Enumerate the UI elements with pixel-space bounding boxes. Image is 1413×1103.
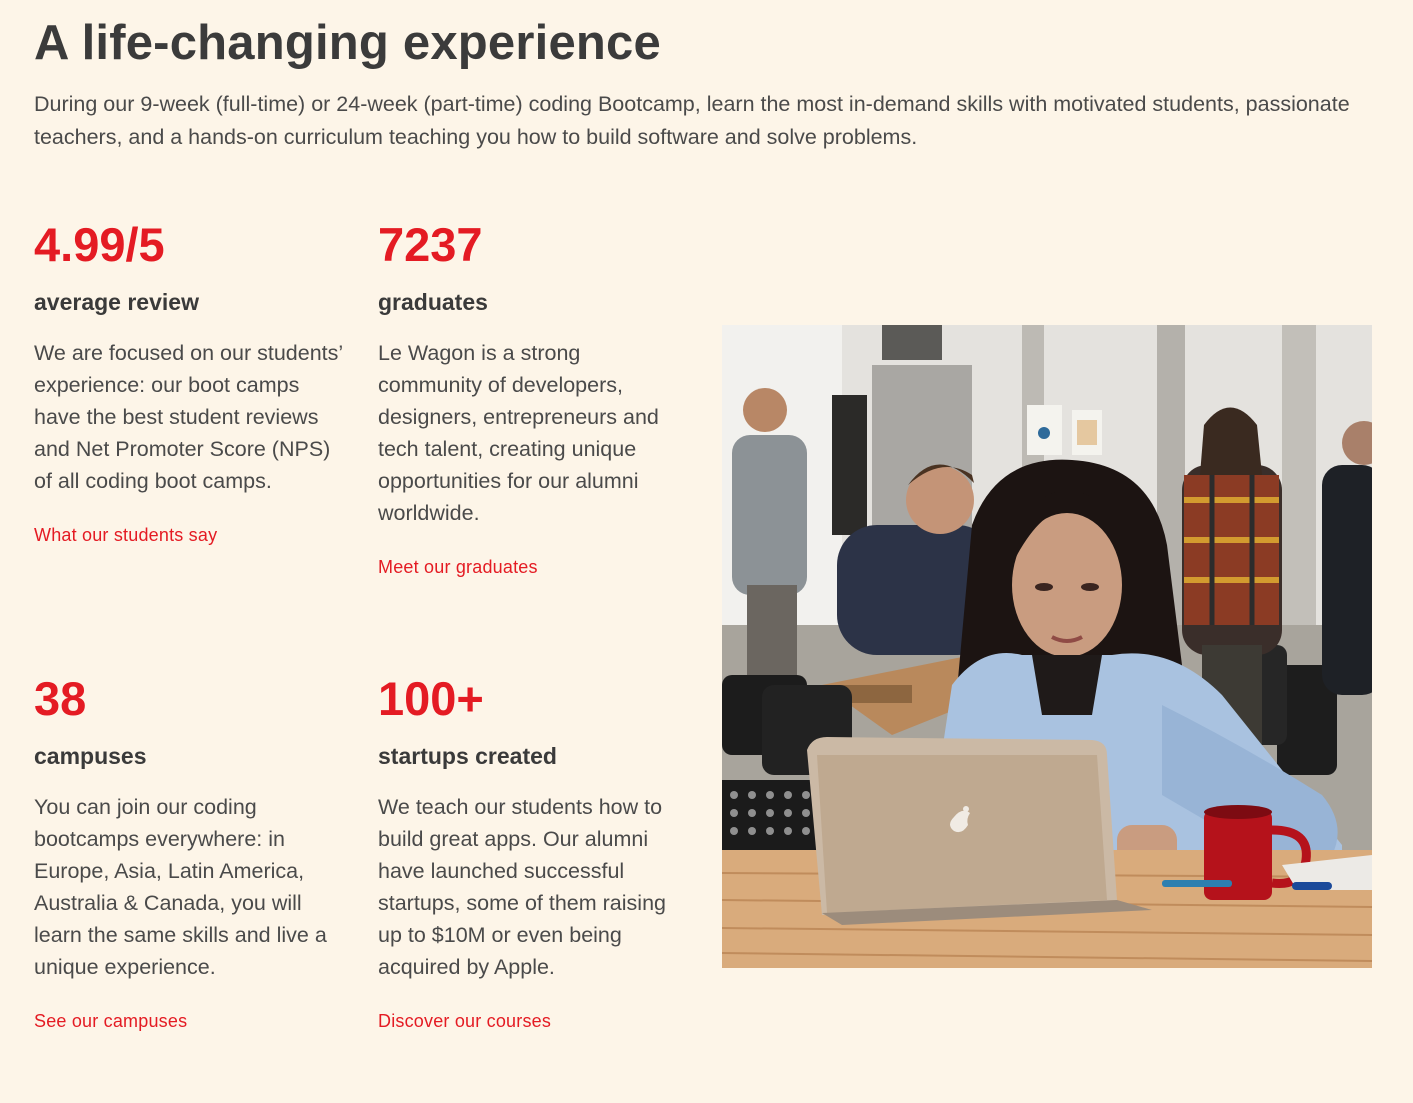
stat-value: 4.99/5: [34, 218, 165, 271]
section-title: A life-changing experience: [34, 16, 661, 70]
stat-description: You can join our coding bootcamps everyw…: [34, 795, 327, 979]
see-campuses-link[interactable]: See our campuses: [34, 1009, 187, 1033]
stat-label: startups created: [378, 743, 557, 769]
stat-description: We are focused on our students’ experien…: [34, 341, 343, 493]
stat-description: Le Wagon is a strong community of develo…: [378, 341, 659, 525]
stat-startups-created: 100+ startups created We teach our stude…: [378, 673, 688, 1033]
stat-value: 38: [34, 672, 87, 725]
stat-label: campuses: [34, 743, 147, 769]
stat-label: average review: [34, 289, 199, 315]
stat-label: graduates: [378, 289, 488, 315]
section-intro: During our 9-week (full-time) or 24-week…: [34, 92, 1350, 149]
experience-section: A life-changing experience During our 9-…: [0, 0, 1413, 1103]
discover-courses-link[interactable]: Discover our courses: [378, 1009, 551, 1033]
meet-graduates-link[interactable]: Meet our graduates: [378, 555, 538, 579]
stat-campuses: 38 campuses You can join our coding boot…: [34, 673, 344, 1033]
stat-average-review: 4.99/5 average review We are focused on …: [34, 219, 344, 547]
stat-value: 100+: [378, 672, 484, 725]
students-say-link[interactable]: What our students say: [34, 523, 217, 547]
stat-description: We teach our students how to build great…: [378, 795, 666, 979]
student-laptop-photo: [722, 325, 1372, 968]
stat-value: 7237: [378, 218, 483, 271]
stat-graduates: 7237 graduates Le Wagon is a strong comm…: [378, 219, 688, 579]
